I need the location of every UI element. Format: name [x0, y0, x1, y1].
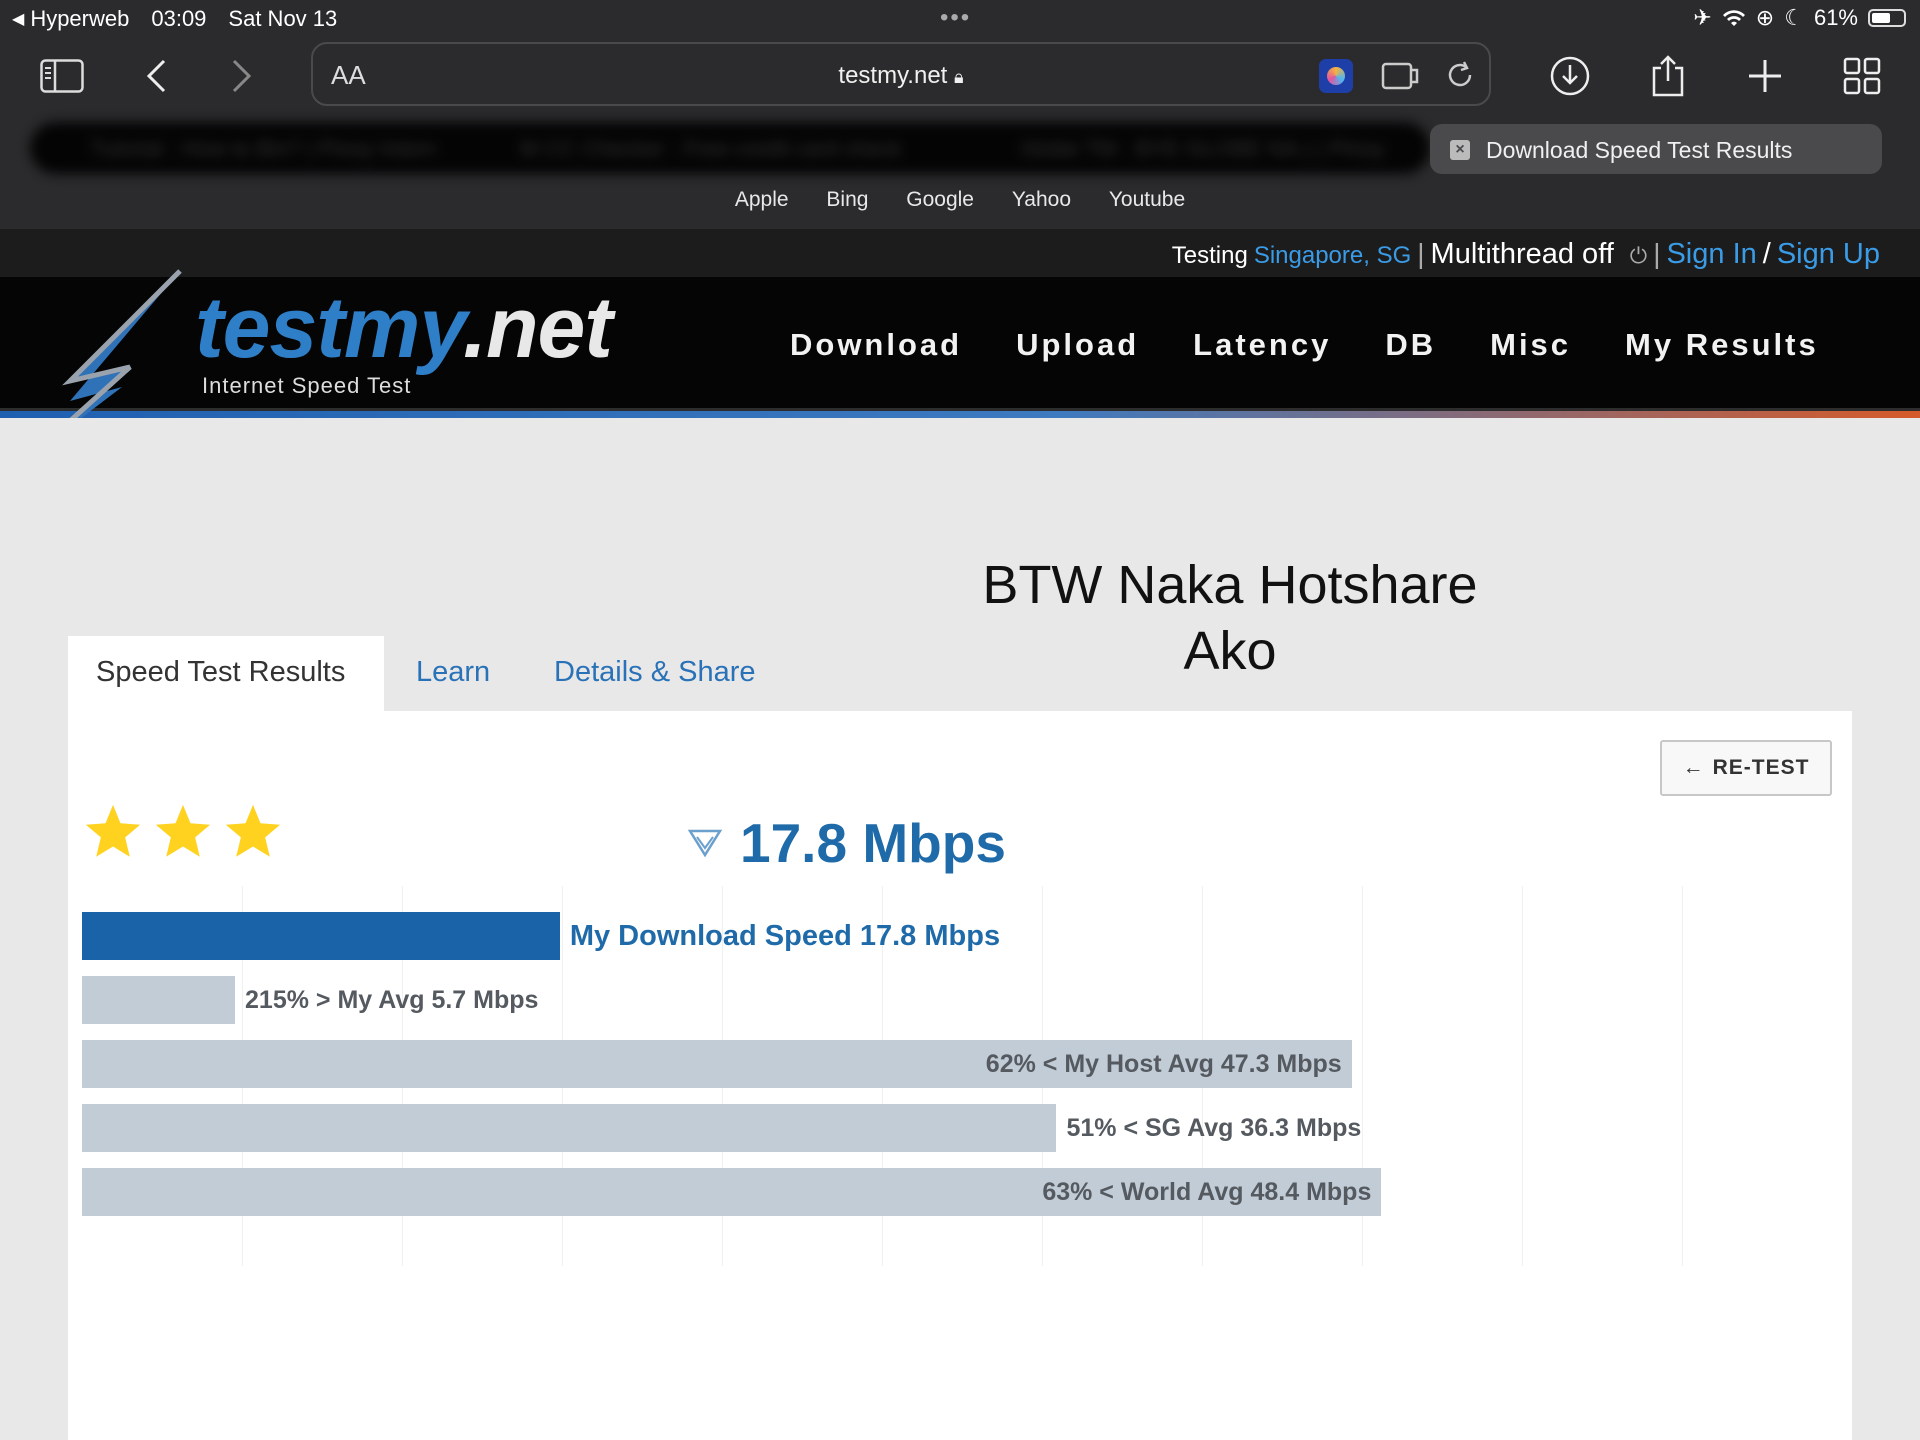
- reader-extension-icon[interactable]: [1381, 60, 1421, 92]
- tab-learn[interactable]: Learn: [416, 656, 490, 689]
- site-header: testmy.net Internet Speed Test Download …: [0, 269, 1920, 459]
- speed-value: 17.8 Mbps: [740, 812, 1006, 874]
- favorite-apple[interactable]: Apple: [735, 188, 789, 211]
- address-bar[interactable]: AA testmy.net 🔒︎: [311, 42, 1491, 106]
- retest-button[interactable]: ← RE-TEST: [1660, 740, 1832, 796]
- redacted-tabs[interactable]: Tutorial - How to Bin? | Pinoy Intern M …: [30, 122, 1430, 174]
- nav-latency[interactable]: Latency: [1193, 327, 1331, 363]
- results-panel: ← RE-TEST 17.8 Mbps My Download Speed 17…: [68, 711, 1852, 1440]
- new-tab-icon[interactable]: [1741, 52, 1789, 100]
- tab-speed-test-results[interactable]: Speed Test Results: [68, 636, 384, 712]
- browser-chrome: ◀ Hyperweb 03:09 Sat Nov 13 ••• ✈ ⊕ ☾ 61…: [0, 0, 1920, 229]
- nav-my-results[interactable]: My Results: [1625, 327, 1819, 363]
- testing-label: Testing: [1171, 242, 1248, 269]
- page-title-line: Ako: [1183, 621, 1277, 681]
- battery-percent: 61%: [1813, 5, 1858, 30]
- tab-title: M CC Checker - Free credit card check: [520, 136, 902, 161]
- battery-icon: [1868, 9, 1906, 27]
- chart-gridline: [1682, 886, 1683, 1266]
- tab-details-share[interactable]: Details & Share: [554, 656, 756, 689]
- back-icon[interactable]: [132, 52, 180, 100]
- wifi-icon: [1722, 10, 1745, 26]
- favorite-bing[interactable]: Bing: [826, 188, 868, 211]
- star-icon: [225, 804, 281, 857]
- tab-overview-icon[interactable]: [1838, 52, 1886, 100]
- arrow-left-icon: ←: [1682, 756, 1705, 779]
- page-title: BTW Naka Hotshare Ako: [960, 552, 1500, 684]
- tab-strip: Tutorial - How to Bin? | Pinoy Intern M …: [30, 122, 1910, 174]
- favorite-yahoo[interactable]: Yahoo: [1012, 188, 1071, 211]
- retest-label: RE-TEST: [1712, 756, 1810, 779]
- star-icon: [85, 804, 141, 857]
- star-icon: [155, 804, 211, 857]
- divider: |: [1653, 238, 1661, 269]
- sidebar-icon[interactable]: [38, 52, 86, 100]
- close-tab-icon[interactable]: ×: [1450, 140, 1470, 160]
- nav-upload[interactable]: Upload: [1016, 327, 1139, 363]
- download-arrow-icon: [688, 829, 722, 858]
- main-nav: Download Upload Latency DB Misc My Resul…: [790, 327, 1819, 363]
- airplane-icon: ✈: [1693, 5, 1712, 30]
- status-bar: ◀ Hyperweb 03:09 Sat Nov 13 ••• ✈ ⊕ ☾ 61…: [0, 0, 1920, 36]
- speed-result: 17.8 Mbps: [688, 811, 1006, 875]
- sign-up-link[interactable]: Sign Up: [1777, 238, 1880, 271]
- power-icon[interactable]: ⏻: [1630, 243, 1647, 269]
- chart-bar: [82, 912, 560, 960]
- favorites-bar: Apple Bing Google Yahoo Youtube: [0, 188, 1920, 212]
- sign-in-link[interactable]: Sign In: [1666, 238, 1756, 271]
- nav-download[interactable]: Download: [790, 327, 962, 363]
- status-date: Sat Nov 13: [228, 6, 338, 31]
- divider: |: [1417, 238, 1425, 269]
- share-icon[interactable]: [1644, 52, 1692, 100]
- chart-bar: [82, 1104, 1057, 1152]
- moon-icon: ☾: [1784, 5, 1804, 30]
- active-tab[interactable]: × Download Speed Test Results: [1430, 124, 1882, 174]
- comparison-chart: My Download Speed 17.8 Mbps 215% > My Avg…: [82, 886, 1683, 1266]
- reload-icon[interactable]: [1443, 58, 1477, 92]
- tab-title: Globe TM - BYE GLOBE NA.) | Pinoy: [1020, 136, 1385, 161]
- status-time: 03:09: [151, 6, 207, 31]
- server-location-link[interactable]: Singapore, SG: [1254, 242, 1411, 270]
- logo-tagline: Internet Speed Test: [202, 373, 412, 398]
- back-app-label[interactable]: Hyperweb: [30, 6, 129, 32]
- nav-misc[interactable]: Misc: [1490, 327, 1571, 363]
- downloads-icon[interactable]: [1546, 52, 1594, 100]
- page-title-line: BTW Naka Hotshare: [982, 555, 1478, 615]
- chart-bar-label: 62% < My Host Avg 47.3 Mbps: [985, 1049, 1342, 1078]
- lock-icon: 🔒︎: [954, 67, 964, 87]
- active-tab-title: Download Speed Test Results: [1486, 137, 1793, 163]
- chart-bar-label: 215% > My Avg 5.7 Mbps: [245, 985, 539, 1014]
- url-host[interactable]: testmy.net 🔒︎: [313, 62, 1489, 90]
- rotation-lock-icon: ⊕: [1755, 5, 1775, 30]
- favorite-google[interactable]: Google: [906, 188, 974, 211]
- forward-icon[interactable]: [218, 52, 266, 100]
- multitasking-dots-icon[interactable]: •••: [940, 4, 971, 32]
- favorite-youtube[interactable]: Youtube: [1109, 188, 1185, 211]
- logo-wordmark: testmy.net: [195, 280, 613, 376]
- multithread-status: Multithread off: [1430, 238, 1614, 270]
- chart-gridline: [1522, 886, 1523, 1266]
- extension-icon[interactable]: [1319, 59, 1353, 93]
- chart-bar-label: My Download Speed 17.8 Mbps: [569, 919, 1001, 952]
- tab-title: Tutorial - How to Bin? | Pinoy Intern: [90, 136, 437, 161]
- divider: /: [1762, 238, 1771, 270]
- rating-stars: [82, 801, 284, 863]
- chart-bar-label: 51% < SG Avg 36.3 Mbps: [1066, 1113, 1362, 1142]
- nav-db[interactable]: DB: [1385, 327, 1436, 363]
- chart-bar: [82, 976, 236, 1024]
- chart-bar-label: 63% < World Avg 48.4 Mbps: [1042, 1177, 1372, 1206]
- back-to-app-icon[interactable]: ◀: [12, 9, 24, 29]
